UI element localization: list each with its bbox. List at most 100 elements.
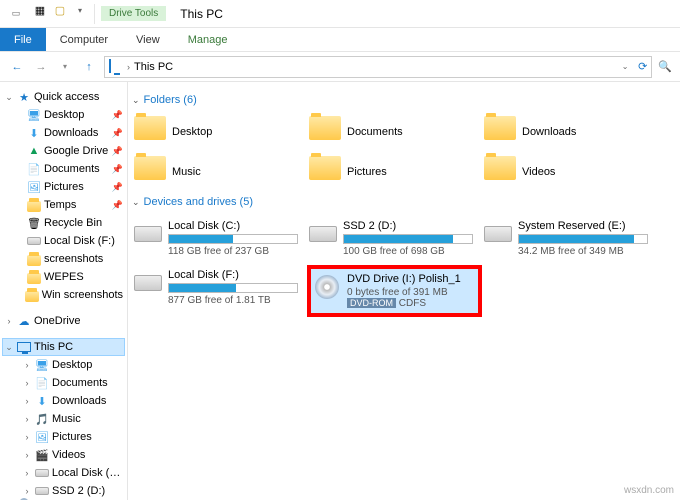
folder-label: Downloads xyxy=(522,126,576,138)
back-button[interactable]: ← xyxy=(8,58,26,76)
disc-icon xyxy=(313,273,341,301)
folder-item[interactable]: Videos xyxy=(482,152,657,192)
desktop-icon: 🖥 xyxy=(35,358,49,372)
new-folder-icon[interactable]: ▢ xyxy=(52,3,68,19)
tree-item[interactable]: ›🎵Music xyxy=(2,410,125,428)
tab-view[interactable]: View xyxy=(122,28,174,51)
tree-item[interactable]: 🖼Pictures📌 xyxy=(2,178,125,196)
drive-capacity-bar xyxy=(168,234,298,244)
videos-icon: 🎬 xyxy=(35,448,49,462)
tree-item[interactable]: 🖥Desktop📌 xyxy=(2,106,125,124)
refresh-button[interactable]: ⟳ xyxy=(638,60,647,73)
navigation-pane[interactable]: ⌄ ★ Quick access 🖥Desktop📌⬇Downloads📌▲Go… xyxy=(0,82,128,500)
tree-item[interactable]: › Local Disk (C:) xyxy=(2,464,125,482)
recycle-icon: 🗑 xyxy=(27,216,41,230)
tree-item-label: WEPES xyxy=(44,271,84,283)
tree-item[interactable]: Win screenshots xyxy=(2,286,125,304)
pictures-icon xyxy=(309,156,341,188)
tree-quick-access[interactable]: ⌄ ★ Quick access xyxy=(2,88,125,106)
expand-icon[interactable]: › xyxy=(22,432,32,442)
expand-icon[interactable]: › xyxy=(22,396,32,406)
tree-item-label: Local Disk (C:) xyxy=(52,467,123,479)
music-icon xyxy=(134,156,166,188)
tab-file[interactable]: File xyxy=(0,28,46,51)
tree-item[interactable]: ›🖼Pictures xyxy=(2,428,125,446)
tree-item[interactable]: Temps📌 xyxy=(2,196,125,214)
collapse-icon[interactable]: ⌄ xyxy=(4,92,14,103)
star-icon: ★ xyxy=(17,90,31,104)
ribbon-tabs: File Computer View Manage xyxy=(0,28,680,52)
expand-icon[interactable]: › xyxy=(22,378,32,388)
recent-locations-button[interactable]: ▾ xyxy=(56,58,74,76)
tree-item[interactable]: Local Disk (F:) xyxy=(2,232,125,250)
tree-this-pc[interactable]: ⌄ This PC xyxy=(2,338,125,356)
tree-item-label: Pictures xyxy=(52,431,92,443)
drive-item[interactable]: System Reserved (E:)34.2 MB free of 349 … xyxy=(482,216,657,261)
folder-item[interactable]: Desktop xyxy=(132,112,307,152)
tree-item[interactable]: ›📄Documents xyxy=(2,374,125,392)
breadcrumb-segment[interactable]: This PC xyxy=(134,61,173,73)
expand-icon[interactable]: › xyxy=(22,360,32,370)
expand-icon[interactable]: › xyxy=(22,414,32,424)
tree-item-label: Documents xyxy=(52,377,108,389)
folder-item[interactable]: Downloads xyxy=(482,112,657,152)
tree-item[interactable]: ⬇Downloads📌 xyxy=(2,124,125,142)
history-dropdown-icon[interactable]: ⌄ xyxy=(616,58,634,76)
address-bar-row: ← → ▾ ↑ › This PC ⌄ ⟳ 🔍 xyxy=(0,52,680,82)
titlebar: ▭ ▦ ▢ ▾ Drive Tools This PC xyxy=(0,0,680,28)
collapse-icon[interactable]: ⌄ xyxy=(132,197,140,208)
tab-manage[interactable]: Manage xyxy=(174,28,242,51)
tree-item-label: Music xyxy=(52,413,81,425)
collapse-icon[interactable]: ⌄ xyxy=(132,95,140,106)
search-icon[interactable]: 🔍 xyxy=(658,60,672,73)
tree-item[interactable]: ›⬇Downloads xyxy=(2,392,125,410)
properties-icon[interactable]: ▦ xyxy=(32,3,48,19)
drive-name: DVD Drive (I:) Polish_1 xyxy=(347,273,476,285)
tree-item[interactable]: WEPES xyxy=(2,268,125,286)
pin-icon: 📌 xyxy=(112,182,123,193)
tree-item[interactable]: ›🖥Desktop xyxy=(2,356,125,374)
tree-label: This PC xyxy=(34,341,73,353)
divider xyxy=(94,4,95,24)
main: ⌄ ★ Quick access 🖥Desktop📌⬇Downloads📌▲Go… xyxy=(0,82,680,500)
tree-item[interactable]: 🗑Recycle Bin xyxy=(2,214,125,232)
desktop-icon xyxy=(134,116,166,148)
chevron-right-icon[interactable]: › xyxy=(127,62,130,72)
tree-onedrive[interactable]: › ☁ OneDrive xyxy=(2,312,125,330)
tab-computer[interactable]: Computer xyxy=(46,28,122,51)
tree-item[interactable]: 📄Documents📌 xyxy=(2,160,125,178)
watermark: wsxdn.com xyxy=(624,485,674,496)
expand-icon[interactable]: › xyxy=(22,486,32,496)
drive-item[interactable]: Local Disk (F:)877 GB free of 1.81 TB xyxy=(132,265,307,317)
collapse-icon[interactable]: ⌄ xyxy=(4,342,14,353)
tree-item[interactable]: screenshots xyxy=(2,250,125,268)
contextual-tab-label: Drive Tools xyxy=(101,6,166,21)
tree-item-label: Videos xyxy=(52,449,85,461)
tree-item[interactable]: ›🎬Videos xyxy=(2,446,125,464)
drive-fs: DVD-ROM CDFS xyxy=(347,298,476,309)
drive-item[interactable]: Local Disk (C:)118 GB free of 237 GB xyxy=(132,216,307,261)
folder-item[interactable]: Pictures xyxy=(307,152,482,192)
group-header-drives[interactable]: ⌄ Devices and drives (5) xyxy=(132,196,676,208)
up-button[interactable]: ↑ xyxy=(80,58,98,76)
drive-icon xyxy=(35,466,49,480)
app-icon[interactable]: ▭ xyxy=(4,3,28,25)
folder-icon xyxy=(27,270,41,284)
drive-item[interactable]: DVD Drive (I:) Polish_1 0 bytes free of 3… xyxy=(307,265,482,317)
caret-down-icon[interactable]: ▾ xyxy=(72,3,88,19)
content-pane[interactable]: ⌄ Folders (6) DesktopDocuments Downloads M… xyxy=(128,82,680,500)
downloads-icon: ⬇ xyxy=(35,394,49,408)
expand-icon[interactable]: › xyxy=(4,316,14,326)
tree-item[interactable]: ▲Google Drive📌 xyxy=(2,142,125,160)
expand-icon[interactable]: › xyxy=(22,468,32,478)
folder-item[interactable]: Music xyxy=(132,152,307,192)
folder-item[interactable]: Documents xyxy=(307,112,482,152)
breadcrumb[interactable]: › This PC ⌄ ⟳ xyxy=(104,56,652,78)
drive-free-text: 100 GB free of 698 GB xyxy=(343,246,480,257)
forward-button[interactable]: → xyxy=(32,58,50,76)
drive-free-text: 0 bytes free of 391 MB xyxy=(347,287,476,298)
expand-icon[interactable]: › xyxy=(22,450,32,460)
drive-item[interactable]: SSD 2 (D:)100 GB free of 698 GB xyxy=(307,216,482,261)
tree-item[interactable]: ›SSD 2 (D:) xyxy=(2,482,125,500)
group-header-folders[interactable]: ⌄ Folders (6) xyxy=(132,94,676,106)
